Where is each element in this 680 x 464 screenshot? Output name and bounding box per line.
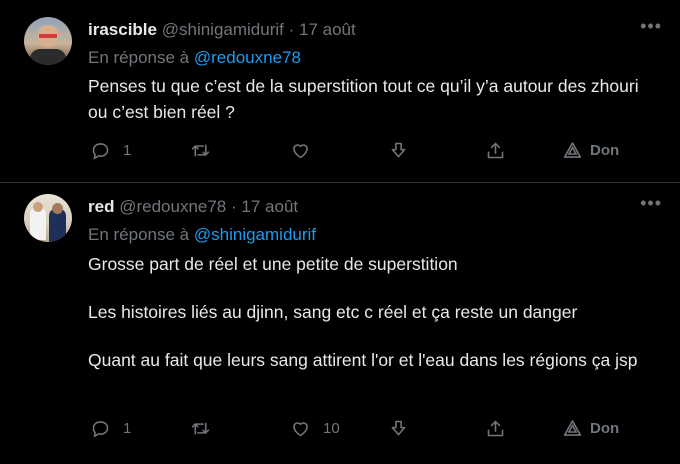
avatar[interactable]: [24, 17, 72, 65]
reply-count: 1: [123, 142, 132, 159]
download-icon: [391, 142, 406, 158]
tweet-date[interactable]: 17 août: [241, 197, 298, 216]
author-name[interactable]: red: [88, 197, 114, 216]
separator-dot: ·: [288, 20, 295, 39]
author-handle[interactable]: @shinigamidurif: [162, 20, 284, 39]
reply-button[interactable]: 1: [90, 140, 131, 161]
share-button[interactable]: [485, 418, 506, 439]
retweet-icon: [191, 144, 210, 157]
reply-icon: [92, 421, 109, 438]
like-icon: [293, 144, 308, 159]
like-count: 10: [323, 420, 340, 437]
avatar[interactable]: [24, 194, 72, 242]
avatar-head: [52, 203, 63, 214]
more-icon[interactable]: •••: [640, 16, 662, 37]
don-button[interactable]: Don: [562, 418, 619, 439]
reply-context: En réponse à @shinigamidurif: [88, 225, 316, 245]
reply-mention-link[interactable]: @shinigamidurif: [194, 225, 316, 244]
tweet-header: red @redouxne78 · 17 août: [88, 197, 298, 217]
author-name[interactable]: irascible: [88, 20, 157, 39]
don-label: Don: [590, 420, 620, 437]
download-icon: [391, 420, 406, 436]
tweet-paragraph: Penses tu que c’est de la superstition t…: [88, 76, 639, 122]
tweet-header: irascible @shinigamidurif · 17 août: [88, 20, 356, 40]
reply-mention-link[interactable]: @redouxne78: [194, 48, 301, 67]
reply-button[interactable]: 1: [90, 418, 131, 439]
share-icon: [487, 420, 504, 437]
share-button[interactable]: [485, 140, 506, 161]
separator-dot: ·: [231, 197, 237, 216]
avatar-head: [33, 202, 43, 212]
like-button[interactable]: 10: [290, 418, 340, 439]
author-handle[interactable]: @redouxne78: [119, 197, 226, 216]
reply-context: En réponse à @redouxne78: [88, 48, 301, 68]
tweet-paragraph: Quant au fait que leurs sang attirent l'…: [88, 350, 638, 370]
tweet-paragraph: Les histoires liés au djinn, sang etc c …: [88, 302, 578, 322]
retweet-button[interactable]: [190, 418, 223, 439]
tweet-text: Penses tu que c’est de la superstition t…: [88, 73, 662, 125]
tweet-text: Grosse part de réel et une petite de sup…: [88, 251, 662, 373]
like-icon: [293, 422, 308, 437]
download-button[interactable]: [388, 418, 409, 439]
don-label: Don: [590, 142, 620, 159]
tweet-date[interactable]: 17 août: [299, 20, 356, 39]
reply-prefix: En réponse à: [88, 48, 190, 67]
reply-prefix: En réponse à: [88, 225, 190, 244]
download-button[interactable]: [388, 140, 409, 161]
don-icon: [563, 420, 582, 436]
reply-icon: [92, 143, 109, 160]
avatar-shirt: [30, 49, 66, 65]
tweet-paragraph: Grosse part de réel et une petite de sup…: [88, 254, 458, 274]
don-icon: [563, 142, 582, 158]
share-icon: [487, 142, 504, 159]
more-icon[interactable]: •••: [640, 193, 662, 214]
reply-count: 1: [123, 420, 132, 437]
tweet[interactable]: irascible @shinigamidurif · 17 août ••• …: [0, 0, 680, 183]
retweet-button[interactable]: [190, 140, 223, 161]
tweet[interactable]: red @redouxne78 · 17 août ••• En réponse…: [0, 183, 680, 464]
retweet-icon: [191, 422, 210, 435]
avatar-band: [39, 34, 57, 38]
don-button[interactable]: Don: [562, 140, 619, 161]
like-button[interactable]: [290, 140, 323, 161]
